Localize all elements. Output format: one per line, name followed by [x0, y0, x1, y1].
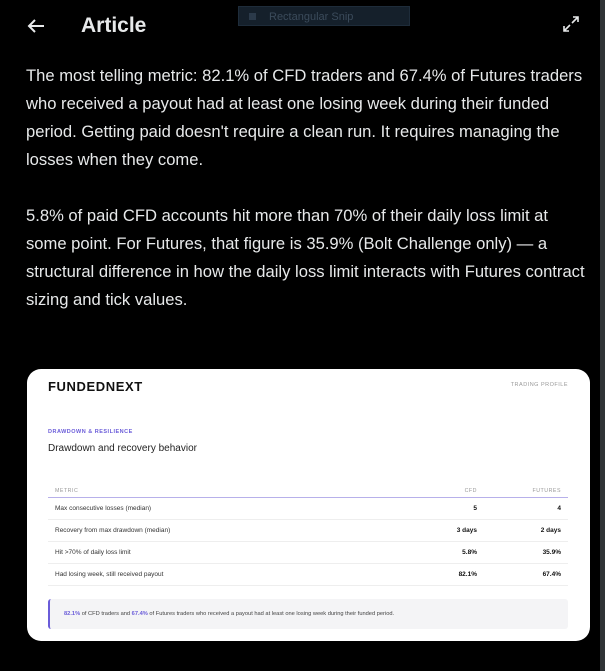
- cfd-cell: 5: [400, 497, 484, 520]
- metrics-table: METRIC CFD FUTURES Max consecutive losse…: [48, 484, 568, 586]
- table-row: Had losing week, still received payout 8…: [48, 563, 568, 586]
- callout-note: 82.1% of CFD traders and 67.4% of Future…: [48, 599, 568, 629]
- snip-icon: [249, 13, 256, 20]
- back-arrow-icon[interactable]: [22, 12, 50, 40]
- callout-highlight-cfd: 82.1%: [64, 611, 81, 617]
- column-header-futures: FUTURES: [484, 484, 568, 498]
- metric-cell: Max consecutive losses (median): [48, 497, 400, 520]
- article-paragraph: The most telling metric: 82.1% of CFD tr…: [26, 66, 583, 169]
- fundednext-logo: FUNDEDNEXT: [48, 379, 143, 394]
- futures-cell: 67.4%: [484, 563, 568, 586]
- article-header: Article Rectangular Snip: [0, 0, 600, 52]
- table-row: Recovery from max drawdown (median) 3 da…: [48, 519, 568, 542]
- callout-highlight-futures: 67.4%: [131, 611, 148, 617]
- section-title: Drawdown and recovery behavior: [48, 443, 197, 454]
- column-header-cfd: CFD: [400, 484, 484, 498]
- rectangular-snip-overlay: Rectangular Snip: [238, 6, 410, 26]
- callout-text: of CFD traders and: [80, 611, 132, 617]
- callout-text: of Futures traders who received a payout…: [147, 611, 395, 617]
- metric-cell: Hit >70% of daily loss limit: [48, 541, 400, 564]
- article-paragraph: 5.8% of paid CFD accounts hit more than …: [26, 206, 585, 309]
- expand-icon[interactable]: [562, 15, 584, 37]
- page-title: Article: [81, 14, 147, 37]
- column-header-metric: METRIC: [48, 484, 400, 498]
- embedded-image-card[interactable]: FUNDEDNEXT TRADING PROFILE DRAWDOWN & RE…: [27, 369, 590, 641]
- futures-cell: 35.9%: [484, 541, 568, 564]
- table-row: Hit >70% of daily loss limit 5.8% 35.9%: [48, 541, 568, 564]
- cfd-cell: 82.1%: [400, 563, 484, 586]
- trading-profile-tag: TRADING PROFILE: [510, 382, 568, 388]
- futures-cell: 2 days: [484, 519, 568, 542]
- cfd-cell: 3 days: [400, 519, 484, 542]
- metric-cell: Had losing week, still received payout: [48, 563, 400, 586]
- cfd-cell: 5.8%: [400, 541, 484, 564]
- snip-label: Rectangular Snip: [269, 11, 354, 23]
- table-row: Max consecutive losses (median) 5 4: [48, 497, 568, 520]
- table-header-row: METRIC CFD FUTURES: [48, 484, 568, 498]
- section-tag: DRAWDOWN & RESILIENCE: [48, 429, 133, 435]
- metric-cell: Recovery from max drawdown (median): [48, 519, 400, 542]
- futures-cell: 4: [484, 497, 568, 520]
- scrollbar-track[interactable]: [600, 0, 605, 671]
